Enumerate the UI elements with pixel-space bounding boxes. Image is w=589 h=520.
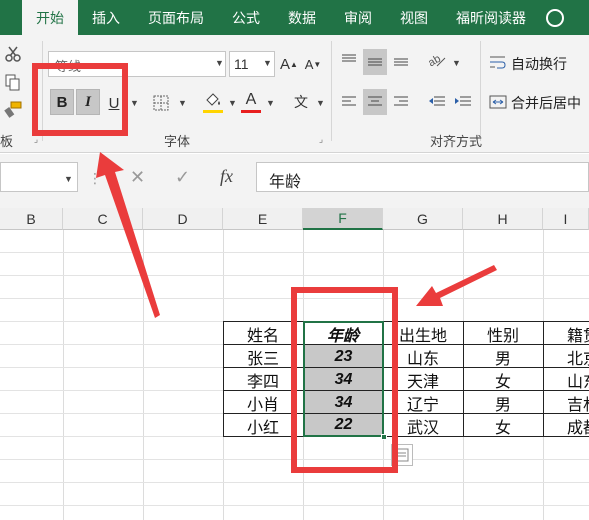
arrow-up-icon [96, 152, 160, 318]
arrow-left-icon [416, 265, 497, 306]
excel-window: 开始 插入 页面布局 公式 数据 审阅 视图 福昕阅读器 板 ⌟ 等线 ▼ 11… [0, 0, 589, 520]
annotation-arrows [96, 152, 497, 318]
